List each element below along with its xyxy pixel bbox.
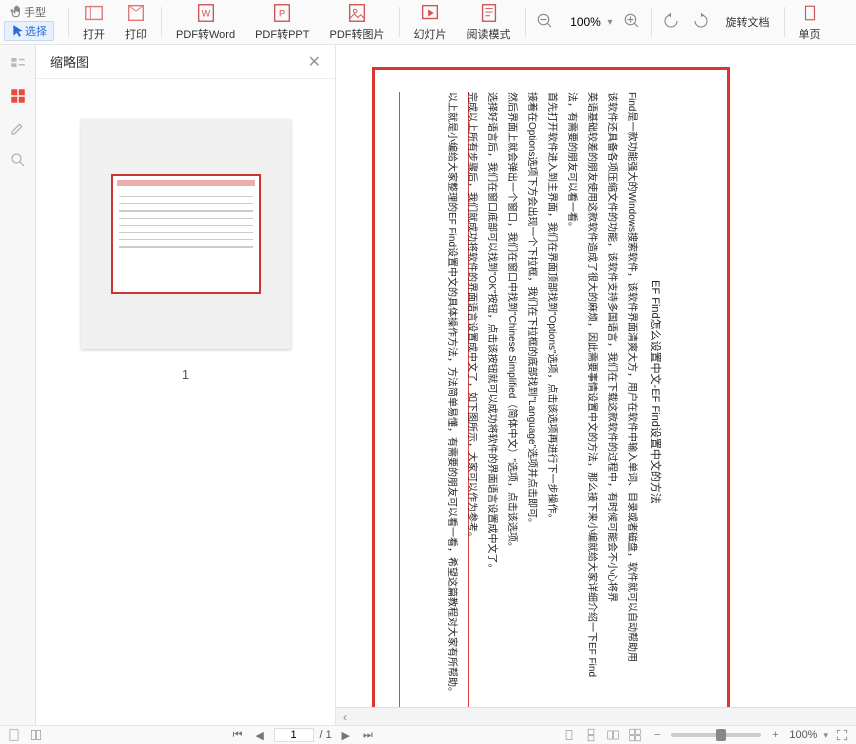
zoom-in-icon <box>621 10 643 32</box>
status-zoom-in-icon[interactable]: + <box>767 727 783 743</box>
status-zoom-out-icon[interactable]: − <box>649 727 665 743</box>
reading-mode-button[interactable]: 阅读模式 <box>457 0 521 44</box>
left-sidebar <box>0 45 36 725</box>
word-icon: W <box>195 2 217 24</box>
doc-paragraph: 完成以上所有步骤后，我们就成功将软件的界面语言设置成中文了，如下图所示，大家可以… <box>463 72 479 712</box>
zoom-out-icon <box>534 10 556 32</box>
zoom-slider[interactable] <box>671 733 761 737</box>
doc-paragraph: 选择好语言后，我们在窗口底部可以找到"OK"按钮，点击该按钮就可以成功将软件的界… <box>483 72 499 712</box>
image-icon <box>346 2 368 24</box>
thumbnail-title: 缩略图 <box>50 52 89 71</box>
last-page-icon[interactable]: ⏭ <box>360 727 376 743</box>
page-canvas: EF Find怎么设置中文-EF Find设置中文的方法 Find是一款功能强大… <box>372 67 730 717</box>
hand-tool-button[interactable]: 手型 <box>4 3 52 21</box>
status-doc-icon[interactable] <box>6 727 22 743</box>
print-button[interactable]: 打印 <box>115 0 157 44</box>
rotate-left-button[interactable] <box>656 8 686 36</box>
thumbnails-toggle[interactable] <box>5 51 31 77</box>
page-total: / 1 <box>320 729 332 741</box>
slideshow-button[interactable]: 幻灯片 <box>404 0 457 44</box>
single-page-icon <box>799 2 821 24</box>
document-viewer[interactable]: EF Find怎么设置中文-EF Find设置中文的方法 Find是一款功能强大… <box>336 45 856 725</box>
doc-paragraph: 英语基础较差的朋友使用这款软件造成了很大的麻烦，因此需要事情设置中文的方法，那么… <box>583 72 599 712</box>
select-tool-button[interactable]: 选择 <box>4 21 54 41</box>
thumbnail-page-number: 1 <box>182 367 189 382</box>
zoom-display[interactable]: ▾ <box>564 15 613 29</box>
pdf-to-ppt-button[interactable]: P PDF转PPT <box>245 0 319 44</box>
search-toggle[interactable] <box>5 147 31 173</box>
rotate-left-icon <box>660 10 682 32</box>
page-input[interactable] <box>274 728 314 742</box>
doc-paragraph: Find是一款功能强大的Windows搜索软件，该软件界面清爽大方，用户在软件中… <box>623 72 639 712</box>
close-icon[interactable]: ✕ <box>308 52 321 72</box>
hand-icon <box>10 5 24 19</box>
next-page-icon[interactable]: ▶ <box>338 727 354 743</box>
grid-toggle[interactable] <box>5 83 31 109</box>
rotate-doc-button[interactable]: 旋转文档 <box>716 12 780 32</box>
doc-title: EF Find怎么设置中文-EF Find设置中文的方法 <box>645 72 663 712</box>
svg-text:P: P <box>279 9 285 19</box>
pdf-to-word-button[interactable]: W PDF转Word <box>166 0 245 44</box>
thumbnail-panel: 缩略图 ✕ 1 <box>36 45 336 725</box>
status-book-icon[interactable] <box>28 727 44 743</box>
doc-paragraph: 接着在Options选项下方会出现一个下拉框，我们在下拉框的底部找到"Langu… <box>523 72 539 712</box>
status-zoom-value: 100% <box>789 729 817 741</box>
single-page-button[interactable]: 单页 <box>789 0 831 44</box>
zoom-out-button[interactable] <box>530 8 560 36</box>
hand-tool-label: 手型 <box>24 4 46 20</box>
zoom-in-button[interactable] <box>617 8 647 36</box>
pdf-to-image-button[interactable]: PDF转图片 <box>320 0 395 44</box>
first-page-icon[interactable]: ⏮ <box>230 727 246 743</box>
doc-paragraph: 然后界面上就会弹出一个窗口，我们在窗口中找到"Chinese Simplifie… <box>503 72 519 712</box>
main-toolbar: 手型 选择 打开 打印 W PDF转Word P PDF转PPT PDF转图片 … <box>0 0 856 45</box>
thumbnail-page-1[interactable] <box>81 119 291 349</box>
fullscreen-icon[interactable] <box>834 727 850 743</box>
view-continuous-icon[interactable] <box>583 727 599 743</box>
open-button[interactable]: 打开 <box>73 0 115 44</box>
open-icon <box>83 2 105 24</box>
rotate-right-button[interactable] <box>686 8 716 36</box>
cursor-icon <box>11 24 25 38</box>
chevron-down-icon[interactable]: ▾ <box>608 17 613 28</box>
prev-page-icon[interactable]: ◀ <box>252 727 268 743</box>
doc-paragraph: 法，有需要的朋友可以看一看。 <box>563 72 579 712</box>
doc-paragraph: 该软件还具备各项压缩文件的功能，该软件支持多国语言，我们在下载这款软件的过程中，… <box>603 72 619 712</box>
status-bar: ⏮ ◀ / 1 ▶ ⏭ − + 100% ▾ <box>0 725 856 744</box>
edit-toggle[interactable] <box>5 115 31 141</box>
doc-paragraph: 首先打开软件进入到主界面，我们在界面顶部找到"Options"选项，点击该选项再… <box>543 72 559 712</box>
ppt-icon: P <box>271 2 293 24</box>
chevron-down-icon[interactable]: ▾ <box>823 730 828 741</box>
horizontal-scrollbar[interactable]: ‹ <box>336 707 856 725</box>
zoom-input[interactable] <box>564 15 608 29</box>
view-facing-continuous-icon[interactable] <box>627 727 643 743</box>
select-tool-label: 选择 <box>25 23 47 39</box>
svg-text:W: W <box>201 9 210 19</box>
reading-icon <box>478 2 500 24</box>
doc-paragraph: 以上就是小编给大家整理的EF Find设置中文的具体操作方法，方法简单易懂，有需… <box>443 72 459 712</box>
scroll-left-icon[interactable]: ‹ <box>336 708 354 725</box>
view-facing-icon[interactable] <box>605 727 621 743</box>
print-icon <box>125 2 147 24</box>
view-single-icon[interactable] <box>561 727 577 743</box>
play-icon <box>419 2 441 24</box>
document-content: EF Find怎么设置中文-EF Find设置中文的方法 Find是一款功能强大… <box>439 72 663 712</box>
rotate-right-icon <box>690 10 712 32</box>
